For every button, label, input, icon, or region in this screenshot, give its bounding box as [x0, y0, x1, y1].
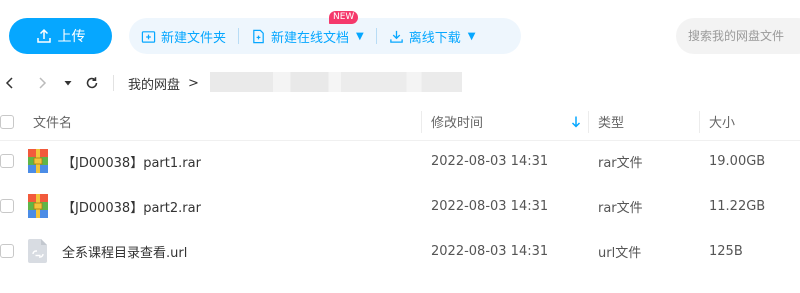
search-input[interactable] [676, 18, 800, 54]
document-plus-icon [253, 29, 264, 43]
sort-down-arrow-icon[interactable] [570, 115, 582, 129]
file-name[interactable]: 【JD00038】part2.rar [62, 184, 201, 229]
file-size: 125B [709, 244, 743, 259]
column-divider [421, 111, 422, 133]
breadcrumb-obscured-path [210, 72, 462, 92]
table-row[interactable]: 全系课程目录查看.url 2022-08-03 14:31 url文件 125B [0, 229, 800, 274]
file-type: rar文件 [598, 201, 643, 216]
history-dropdown-button[interactable] [58, 73, 78, 93]
chevron-down-icon: ▼ [356, 30, 364, 42]
column-divider [588, 111, 589, 133]
folder-plus-icon [141, 30, 156, 43]
chevron-right-icon [39, 77, 47, 89]
refresh-icon [86, 77, 98, 89]
new-folder-button[interactable]: 新建文件夹 [129, 18, 238, 54]
file-modified: 2022-08-03 14:31 [431, 199, 549, 214]
file-modified: 2022-08-03 14:31 [431, 154, 549, 169]
header-size[interactable]: 大小 [709, 103, 735, 140]
upload-button-label: 上传 [57, 29, 86, 45]
table-row[interactable]: 【JD00038】part1.rar 2022-08-03 14:31 rar文… [0, 139, 800, 184]
rar-archive-icon [28, 149, 48, 173]
breadcrumb-separator: > [188, 76, 199, 91]
back-button[interactable] [0, 73, 20, 93]
refresh-button[interactable] [82, 73, 102, 93]
table-row[interactable]: 【JD00038】part2.rar 2022-08-03 14:31 rar文… [0, 184, 800, 229]
new-folder-label: 新建文件夹 [161, 30, 227, 46]
file-size: 19.00GB [709, 154, 766, 169]
file-modified: 2022-08-03 14:31 [431, 244, 549, 259]
breadcrumb-root[interactable]: 我的网盘 [128, 74, 180, 93]
download-icon [389, 30, 403, 43]
offline-download-button[interactable]: 离线下载 ▼ [377, 18, 488, 54]
caret-down-icon [64, 81, 72, 86]
new-online-doc-label: 新建在线文档 [271, 30, 350, 46]
new-badge: NEW [329, 11, 359, 24]
file-type: rar文件 [598, 156, 643, 171]
column-divider [699, 111, 700, 133]
header-type[interactable]: 类型 [598, 103, 624, 140]
row-checkbox[interactable] [0, 199, 14, 213]
chevron-down-icon: ▼ [467, 30, 476, 42]
rar-archive-icon [28, 194, 48, 218]
link-file-icon [28, 239, 47, 263]
table-header: 文件名 修改时间 类型 大小 [0, 103, 800, 141]
offline-download-label: 离线下载 [408, 30, 461, 46]
upload-icon [36, 28, 51, 43]
file-type: url文件 [598, 246, 642, 261]
header-name[interactable]: 文件名 [33, 103, 72, 140]
action-group: 新建文件夹 新建在线文档 ▼ NEW 离线下载 ▼ [129, 11, 521, 54]
select-all-checkbox[interactable] [0, 115, 14, 129]
file-name[interactable]: 全系课程目录查看.url [62, 229, 187, 274]
new-online-doc-button[interactable]: 新建在线文档 ▼ NEW [239, 11, 376, 54]
chevron-left-icon [5, 77, 13, 89]
upload-button[interactable]: 上传 [9, 18, 112, 54]
forward-button[interactable] [32, 73, 52, 93]
row-checkbox[interactable] [0, 244, 14, 258]
file-name[interactable]: 【JD00038】part1.rar [62, 139, 201, 184]
toolbar: 上传 新建文件夹 新建在线文档 ▼ NEW 离线下载 ▼ [0, 0, 800, 70]
row-checkbox[interactable] [0, 154, 14, 168]
header-modified[interactable]: 修改时间 [431, 103, 483, 140]
breadcrumb: 我的网盘 > [128, 74, 199, 93]
divider [113, 75, 114, 91]
file-size: 11.22GB [709, 199, 766, 214]
